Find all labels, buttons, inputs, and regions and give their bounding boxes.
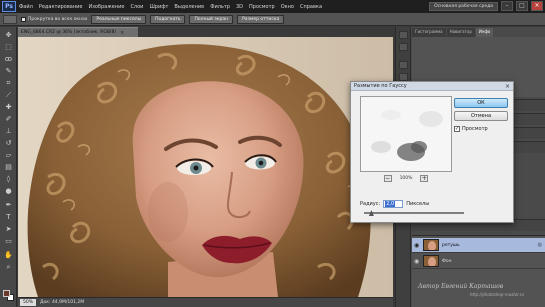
tab-histogram[interactable]: Гистограмма [412, 28, 446, 37]
blur-icon[interactable]: ◊ [3, 175, 14, 184]
marquee-icon[interactable]: ⬚ [3, 43, 14, 52]
preview-zoom-percent: 100% [399, 176, 413, 181]
zoom-out-icon[interactable]: − [383, 175, 392, 182]
brush-panel-icon[interactable] [399, 61, 408, 69]
photoshop-logo-icon: Ps [2, 1, 16, 12]
path-select-icon[interactable]: ➤ [3, 225, 14, 234]
crop-icon[interactable]: ⌗ [3, 79, 14, 88]
close-app-button[interactable]: × [531, 1, 543, 11]
type-icon[interactable]: T [3, 213, 14, 222]
slider-handle[interactable] [368, 210, 374, 216]
print-size-button[interactable]: Размер оттиска [237, 14, 285, 24]
preview-zoom-controls: − 100% + [360, 175, 452, 182]
window-controls: Основная рабочая среда – □ × [429, 1, 543, 11]
actual-pixels-button[interactable]: Реальные пикселы [91, 14, 147, 24]
smart-filter-icon[interactable]: ◎ [538, 242, 542, 248]
stamp-icon[interactable]: ⊥ [3, 127, 14, 136]
status-bar: 50% Док: 44,9M/101,2M [18, 297, 393, 307]
gaussian-blur-dialog: Размытие по Гауссу × − 100% + ОК Отмена … [350, 81, 514, 223]
eye-icon[interactable]: ◉ [414, 258, 420, 265]
radius-value: 2,0 [385, 201, 396, 207]
menu-3d[interactable]: 3D [236, 4, 243, 10]
zoom-icon[interactable]: ⌕ [3, 263, 14, 272]
preview-label: Просмотр [462, 126, 488, 132]
document-canvas[interactable] [18, 37, 393, 297]
radius-units: Пикселы [406, 201, 430, 207]
maximize-button[interactable]: □ [516, 1, 528, 11]
actions-panel-icon[interactable] [399, 43, 408, 51]
menu-filter[interactable]: Фильтр [210, 4, 230, 10]
menu-edit[interactable]: Редактирование [39, 4, 83, 10]
document-tab[interactable]: ENG_6864.CR2 @ 36% (эктоблик, RGB/8) × [18, 27, 138, 37]
filter-preview[interactable] [360, 96, 452, 172]
healing-icon[interactable]: ✚ [3, 103, 14, 112]
eye-icon[interactable]: ◉ [414, 242, 420, 249]
clone-source-panel-icon[interactable] [399, 73, 408, 81]
layer-row[interactable]: ◉ ретушь ◎ [412, 238, 545, 253]
layer-name: ретушь [442, 242, 460, 248]
layer-name: Фон [442, 258, 452, 264]
menu-view[interactable]: Просмотр [249, 4, 275, 10]
quick-select-icon[interactable]: ✎ [3, 67, 14, 76]
zoom-level-field[interactable]: 50% [20, 299, 37, 306]
eraser-icon[interactable]: ▱ [3, 151, 14, 160]
radius-slider[interactable] [364, 210, 464, 216]
menu-window[interactable]: Окно [281, 4, 294, 10]
layer-thumbnail [423, 255, 439, 267]
dialog-title: Размытие по Гауссу [354, 83, 407, 89]
color-swatches[interactable] [3, 290, 14, 301]
fill-screen-button[interactable]: Полный экран [189, 14, 234, 24]
menu-help[interactable]: Справка [300, 4, 322, 10]
fit-screen-button[interactable]: Подогнать [150, 14, 186, 24]
tab-navigator[interactable]: Навигатор [446, 28, 475, 37]
menu-file[interactable]: Файл [19, 4, 33, 10]
menu-image[interactable]: Изображение [88, 4, 124, 10]
tab-info[interactable]: Инфо [475, 28, 494, 37]
scroll-all-windows-option[interactable]: Прокрутка во всех окнах [21, 16, 88, 22]
eyedropper-icon[interactable]: ⟋ [3, 91, 14, 100]
foreground-color-swatch[interactable] [3, 290, 10, 297]
move-icon[interactable]: ✥ [3, 31, 14, 40]
menu-select[interactable]: Выделение [174, 4, 204, 10]
dodge-icon[interactable]: ● [3, 187, 14, 196]
options-bar: Прокрутка во всех окнах Реальные пикселы… [0, 13, 545, 26]
history-brush-icon[interactable]: ↺ [3, 139, 14, 148]
radius-row: Радиус: 2,0 Пикселы [360, 200, 429, 208]
tools-panel: ✥ ⬚ ꝏ ✎ ⌗ ⟋ ✚ ✐ ⊥ ↺ ▱ ▤ ◊ ● ✒ T ➤ ▭ ✋ ⌕ [0, 27, 17, 307]
scroll-all-windows-label: Прокрутка во всех окнах [28, 16, 88, 22]
close-icon[interactable]: × [505, 83, 510, 90]
radius-input[interactable]: 2,0 [383, 200, 404, 208]
portrait-photo [18, 37, 393, 297]
preview-option[interactable]: ✓ Просмотр [454, 126, 488, 132]
workspace-switcher[interactable]: Основная рабочая среда [429, 1, 498, 11]
menu-layers[interactable]: Слои [130, 4, 143, 10]
watermark-author: Автор Евгений Карташов [418, 283, 504, 290]
brush-icon[interactable]: ✐ [3, 115, 14, 124]
lasso-icon[interactable]: ꝏ [3, 55, 14, 64]
gradient-icon[interactable]: ▤ [3, 163, 14, 172]
shape-icon[interactable]: ▭ [3, 237, 14, 246]
menu-type[interactable]: Шрифт [149, 4, 168, 10]
hand-icon[interactable]: ✋ [3, 251, 14, 260]
layer-thumbnail [423, 239, 439, 251]
ok-button[interactable]: ОК [454, 98, 508, 108]
history-panel-icon[interactable] [399, 31, 408, 39]
hand-tool-preset-icon[interactable] [3, 14, 17, 24]
document-size-info: Док: 44,9M/101,2M [40, 300, 85, 305]
dialog-titlebar[interactable]: Размытие по Гауссу × [351, 82, 513, 91]
cancel-button[interactable]: Отмена [454, 111, 508, 121]
info-panel-tabs: Гистограмма Навигатор Инфо [412, 28, 545, 37]
preview-checkbox[interactable]: ✓ [454, 126, 460, 132]
document-title: ENG_6864.CR2 @ 36% (эктоблик, RGB/8) [21, 30, 117, 35]
layer-row[interactable]: ◉ Фон [412, 254, 545, 269]
scroll-all-windows-checkbox[interactable] [21, 16, 26, 22]
zoom-in-icon[interactable]: + [420, 175, 429, 182]
watermark-url: http://photoshop-master.ru [470, 292, 525, 297]
radius-label: Радиус: [360, 201, 381, 207]
minimize-button[interactable]: – [501, 1, 513, 11]
pen-icon[interactable]: ✒ [3, 201, 14, 210]
menu-bar: Ps Файл Редактирование Изображение Слои … [0, 0, 545, 13]
close-document-icon[interactable]: × [120, 30, 124, 36]
